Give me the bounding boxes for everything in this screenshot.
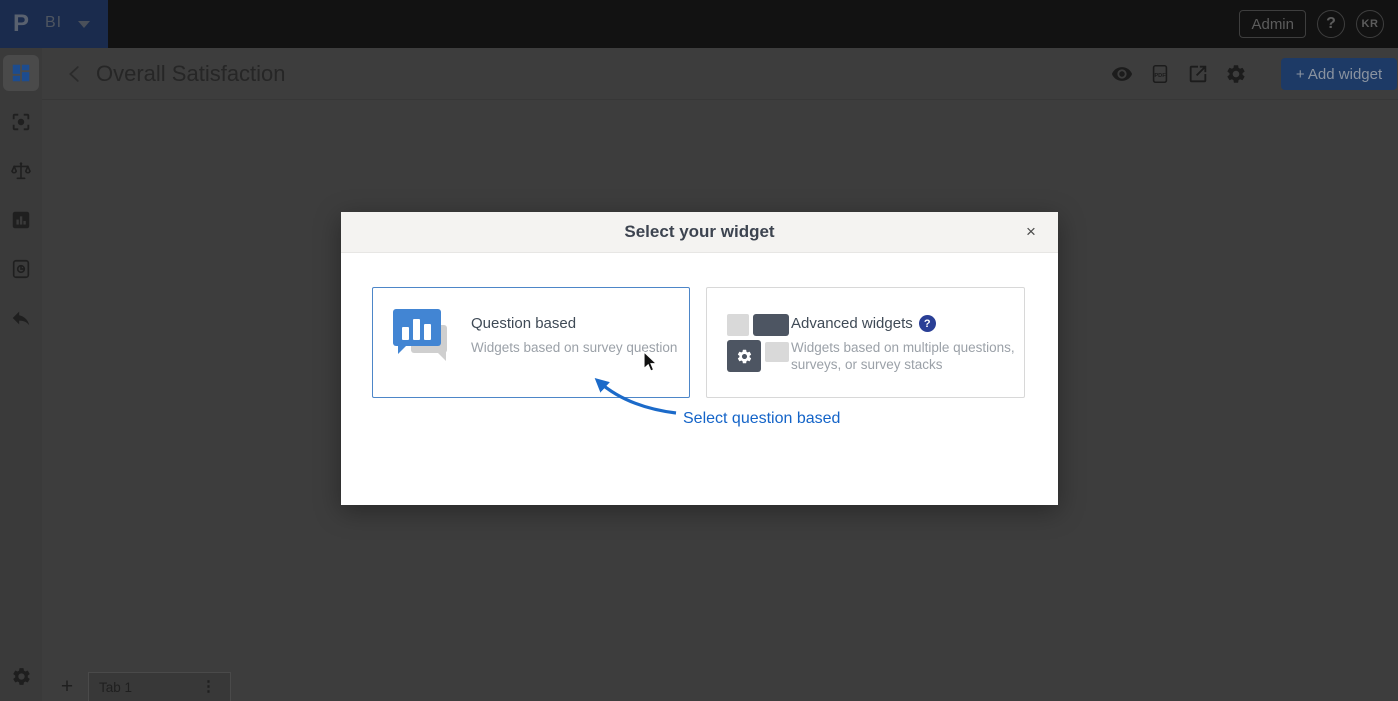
settings-gear-icon xyxy=(12,667,30,685)
share-icon xyxy=(1189,65,1207,83)
sidebar-item-dashboard[interactable] xyxy=(3,55,39,91)
modal-header: Select your widget × xyxy=(341,212,1058,253)
chevron-down-icon[interactable] xyxy=(78,21,90,28)
sidebar-settings-button[interactable] xyxy=(3,658,39,694)
admin-button[interactable]: Admin xyxy=(1239,10,1306,38)
add-widget-button[interactable]: + Add widget xyxy=(1281,58,1397,90)
mouse-cursor xyxy=(643,351,658,372)
dashboard-icon xyxy=(12,64,30,82)
pdf-export-icon: PDF xyxy=(1152,64,1168,84)
top-bar: P BI Admin ? KR xyxy=(0,0,1398,48)
share-button[interactable] xyxy=(1187,63,1209,85)
sidebar-item-surveys[interactable] xyxy=(3,251,39,287)
gear-icon xyxy=(1227,65,1245,83)
sidebar-item-back[interactable] xyxy=(3,300,39,336)
dashboard-settings-button[interactable] xyxy=(1225,63,1247,85)
header-toolbar: PDF xyxy=(1111,48,1247,100)
question-based-icon xyxy=(393,309,471,379)
user-avatar[interactable]: KR xyxy=(1356,10,1384,38)
advanced-widgets-icon xyxy=(727,314,791,372)
select-widget-modal: Select your widget × Question based Widg… xyxy=(341,212,1058,505)
question-based-title: Question based xyxy=(471,315,577,332)
modal-close-button[interactable]: × xyxy=(1020,221,1042,243)
sidebar-item-reports[interactable] xyxy=(3,202,39,238)
question-based-subtitle: Widgets based on survey question xyxy=(471,340,678,355)
chart-report-icon xyxy=(12,211,30,229)
modal-title: Select your widget xyxy=(624,222,775,241)
gear-icon xyxy=(737,349,751,363)
advanced-widgets-title: Advanced widgets ? xyxy=(791,315,1021,332)
tab-label: Tab 1 xyxy=(99,679,133,695)
product-logo[interactable]: P BI xyxy=(0,0,108,48)
back-button[interactable] xyxy=(64,63,86,85)
advanced-widgets-card[interactable]: Advanced widgets ? Widgets based on mult… xyxy=(706,287,1025,398)
tab-item-tab1[interactable]: Tab 1 ⋮ xyxy=(88,672,231,701)
sidebar-item-compare[interactable] xyxy=(3,153,39,189)
add-tab-button[interactable]: + xyxy=(54,672,80,701)
sidebar-item-capture[interactable] xyxy=(3,104,39,140)
preview-button[interactable] xyxy=(1111,63,1133,85)
annotation-label: Select question based xyxy=(683,410,841,427)
pdf-export-button[interactable]: PDF xyxy=(1149,63,1171,85)
topbar-right-group: Admin ? KR xyxy=(1239,10,1384,38)
help-button[interactable]: ? xyxy=(1317,10,1345,38)
annotation-arrow-icon xyxy=(594,378,677,415)
page-title: Overall Satisfaction xyxy=(96,61,286,86)
advanced-widgets-subtitle: Widgets based on multiple questions, sur… xyxy=(791,340,1015,372)
chevron-left-icon xyxy=(69,66,79,82)
product-name: BI xyxy=(45,14,63,31)
eye-icon xyxy=(1111,67,1133,81)
tab-bar: + Tab 1 ⋮ xyxy=(42,672,1398,701)
balance-scale-icon xyxy=(11,162,31,180)
help-badge-icon[interactable]: ? xyxy=(918,315,936,332)
svg-text:PDF: PDF xyxy=(1154,73,1166,79)
undo-arrow-icon xyxy=(12,311,30,326)
tab-menu-dots-icon[interactable]: ⋮ xyxy=(201,677,216,695)
page-header: Overall Satisfaction PDF + Add widget xyxy=(42,48,1398,100)
logo-p-icon: P xyxy=(13,10,30,37)
app-window: P BI Admin ? KR Overall Satisfaction PDF… xyxy=(0,0,1398,701)
focus-capture-icon xyxy=(12,113,30,131)
left-sidebar xyxy=(0,48,42,701)
document-refresh-icon xyxy=(12,259,30,279)
